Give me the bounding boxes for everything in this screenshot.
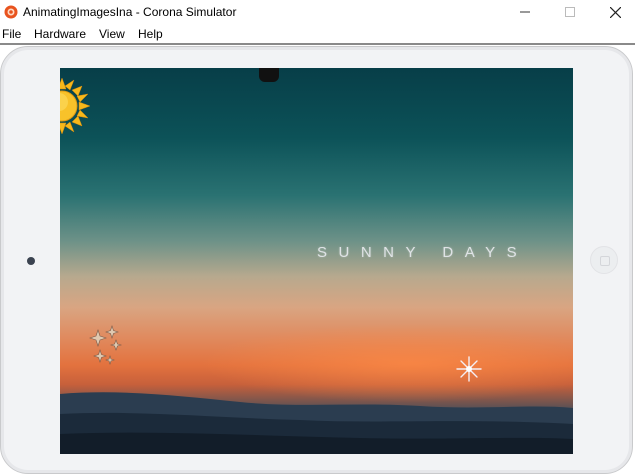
sunny-days-label: SUNNY DAYS xyxy=(317,244,529,261)
device-notch xyxy=(259,68,279,82)
corona-app-icon xyxy=(4,5,18,19)
sparkles-icon[interactable] xyxy=(88,324,124,370)
sun-icon[interactable] xyxy=(60,76,92,136)
device-camera-dot xyxy=(27,257,35,265)
menu-help[interactable]: Help xyxy=(138,27,163,41)
maximize-button[interactable] xyxy=(547,0,593,24)
device-home-button[interactable] xyxy=(590,246,618,274)
simulator-screen[interactable]: SUNNY DAYS xyxy=(60,68,573,454)
close-button[interactable] xyxy=(592,0,635,24)
menu-file[interactable]: File xyxy=(2,27,21,41)
close-icon xyxy=(609,6,621,18)
hills-silhouette xyxy=(60,392,573,454)
menu-view[interactable]: View xyxy=(99,27,125,41)
menu-bar: File Hardware View Help xyxy=(0,24,635,43)
menu-hardware[interactable]: Hardware xyxy=(34,27,86,41)
menu-separator xyxy=(0,43,635,45)
star-icon[interactable] xyxy=(456,356,482,382)
minimize-icon xyxy=(520,11,530,13)
title-bar: AnimatingImagesIna - Corona Simulator xyxy=(0,0,635,24)
window-title: AnimatingImagesIna - Corona Simulator xyxy=(23,5,237,19)
minimize-button[interactable] xyxy=(502,0,548,24)
maximize-icon xyxy=(565,7,575,17)
